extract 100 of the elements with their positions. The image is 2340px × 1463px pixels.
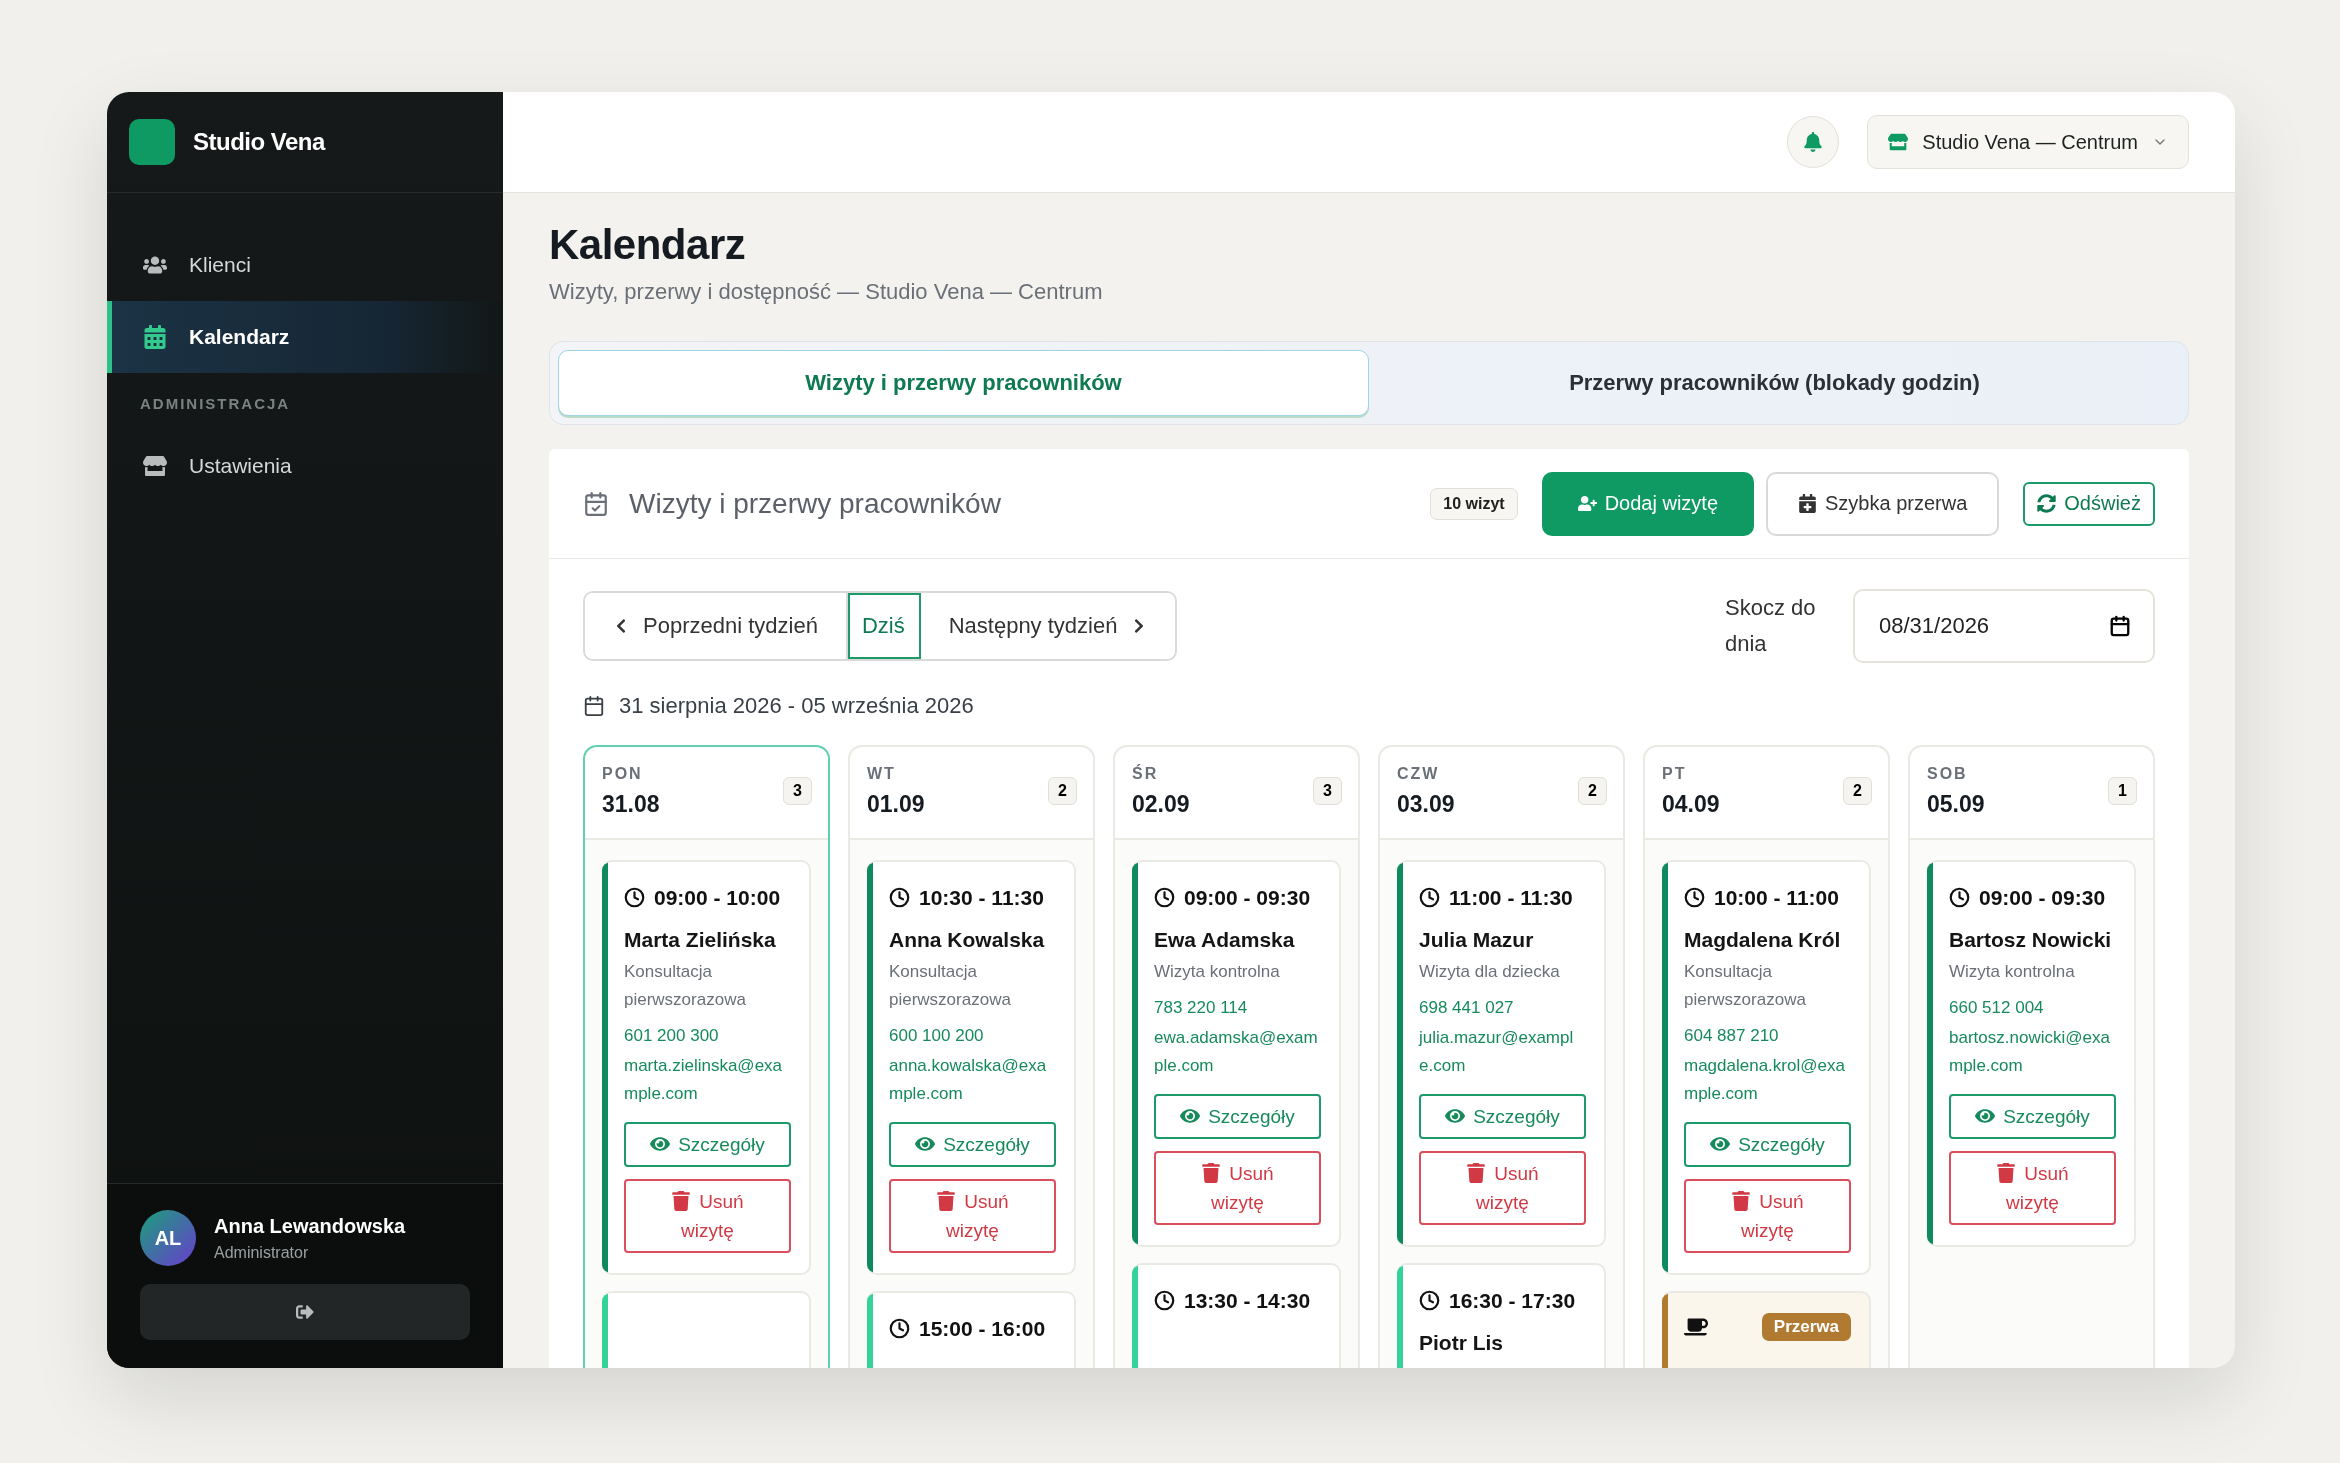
client-phone: 600 100 200 — [889, 1025, 985, 1047]
client-name: Bartosz Nowicki — [1949, 928, 2113, 952]
appointment-time: 15:00 - 16:00 — [889, 1313, 1056, 1345]
delete-button[interactable]: Usuń wizytę — [1684, 1179, 1851, 1253]
eye-icon — [1975, 1106, 1996, 1126]
brand-name: Studio Vena — [193, 128, 325, 156]
day-date: 31.08 — [602, 791, 660, 818]
appointment-time: 09:00 - 10:00 — [624, 882, 791, 914]
day-date: 05.09 — [1927, 791, 1985, 818]
date-range: 31 sierpnia 2026 - 05 września 2026 — [619, 693, 974, 719]
count-badge: 3 — [1313, 777, 1342, 805]
details-button[interactable]: Szczegóły — [1684, 1122, 1851, 1167]
user-plus-icon — [1577, 494, 1597, 513]
trash-icon — [1201, 1163, 1222, 1183]
store-icon — [143, 454, 167, 478]
sidebar-item[interactable]: Klienci — [107, 229, 503, 301]
page-subtitle: Wizyty, przerwy i dostępność — Studio Vena — Centrum — [549, 279, 1104, 305]
count-badge: 3 — [783, 777, 812, 805]
details-button[interactable]: Szczegóły — [1949, 1094, 2116, 1139]
store-icon — [1888, 132, 1909, 152]
calendar-plus-icon — [1798, 494, 1817, 513]
page-title: Kalendarz — [549, 221, 747, 269]
tab[interactable]: Wizyty i przerwy pracowników — [558, 350, 1369, 416]
action-button[interactable]: Odśwież — [2023, 481, 2155, 526]
client-phone: 601 200 300 — [624, 1025, 720, 1047]
day-date: 01.09 — [867, 791, 925, 818]
appointment-time: 09:00 - 09:30 — [1949, 882, 2116, 914]
break-badge: Przerwa — [1761, 1313, 1851, 1341]
week-nav-button[interactable]: Poprzedni tydzień — [585, 593, 848, 659]
clock-icon — [1419, 1290, 1440, 1311]
clock-icon — [1949, 887, 1970, 908]
client-name: Julia Mazur — [1419, 928, 1535, 952]
weekday: PON — [602, 765, 644, 783]
user-role: Administrator — [214, 1243, 310, 1262]
client-phone: 604 887 210 — [1684, 1025, 1780, 1047]
user-name: Anna Lewandowska — [214, 1214, 406, 1238]
client-email: marta.zielinska@example.com — [624, 1055, 784, 1105]
action-button[interactable]: Dodaj wizytę — [1541, 471, 1754, 536]
eye-icon — [650, 1134, 671, 1154]
location-select[interactable]: Studio Vena — Centrum — [1867, 115, 2189, 169]
panel-title: Wizyty i przerwy pracowników — [629, 487, 1001, 520]
jump-label: Skocz do dnia — [1725, 594, 1817, 658]
client-name: Magdalena Król — [1684, 928, 1842, 952]
trash-icon — [1466, 1163, 1487, 1183]
client-name: Anna Kowalska — [889, 928, 1046, 952]
client-phone: 660 512 004 — [1949, 997, 2045, 1019]
count-badge: 10 wizyt — [1430, 487, 1518, 520]
calendar-icon — [583, 695, 605, 717]
client-name: Ewa Adamska — [1154, 928, 1296, 952]
clock-icon — [1154, 887, 1175, 908]
day-date: 04.09 — [1662, 791, 1720, 818]
service-name: Konsultacja pierwszorazowa — [1684, 961, 1807, 1011]
eye-icon — [1710, 1134, 1731, 1154]
client-email: julia.mazur@example.com — [1419, 1027, 1575, 1077]
day-date: 02.09 — [1132, 791, 1190, 818]
details-button[interactable]: Szczegóły — [624, 1122, 791, 1167]
delete-button[interactable]: Usuń wizytę — [1154, 1151, 1321, 1225]
appointment-time: 09:00 - 09:30 — [1154, 882, 1321, 914]
eye-icon — [1445, 1106, 1466, 1126]
service-name: Wizyta kontrolna — [1154, 961, 1281, 983]
count-badge: 2 — [1048, 777, 1077, 805]
clock-icon — [1154, 1290, 1175, 1311]
client-phone: 783 220 114 — [1154, 997, 1249, 1019]
action-button[interactable]: Szybka przerwa — [1766, 471, 2000, 536]
sidebar-item[interactable]: Ustawienia — [107, 430, 503, 502]
day-date: 03.09 — [1397, 791, 1455, 818]
client-email: magdalena.krol@example.com — [1684, 1055, 1846, 1105]
date-field[interactable]: 08/31/2026 — [1853, 589, 2155, 663]
weekday: SOB — [1927, 765, 1969, 783]
clock-icon — [1684, 887, 1705, 908]
appointment-time: 10:00 - 11:00 — [1684, 882, 1851, 914]
tab[interactable]: Przerwy pracowników (blokady godzin) — [1369, 350, 2180, 416]
weekday: CZW — [1397, 765, 1441, 783]
weekday: ŚR — [1132, 765, 1160, 783]
clock-icon — [889, 887, 910, 908]
delete-button[interactable]: Usuń wizytę — [1949, 1151, 2116, 1225]
delete-button[interactable]: Usuń wizytę — [624, 1179, 791, 1253]
details-button[interactable]: Szczegóły — [889, 1122, 1056, 1167]
client-name: Piotr Lis — [1419, 1331, 1504, 1355]
calendar-icon[interactable] — [2109, 615, 2131, 637]
week-nav-button[interactable]: Dziś — [847, 593, 921, 659]
client-phone: 698 441 027 — [1419, 997, 1515, 1019]
count-badge: 2 — [1843, 777, 1872, 805]
calendar-icon — [143, 325, 167, 349]
appointment-time: 16:30 - 17:30 — [1419, 1285, 1586, 1317]
appointment-time: 13:30 - 14:30 — [1154, 1285, 1321, 1317]
service-name: Wizyta kontrolna — [1949, 961, 2076, 983]
refresh-icon — [2037, 494, 2057, 513]
details-button[interactable]: Szczegóły — [1419, 1094, 1586, 1139]
delete-button[interactable]: Usuń wizytę — [889, 1179, 1056, 1253]
trash-icon — [671, 1191, 692, 1211]
appointment-time: 10:30 - 11:30 — [889, 882, 1056, 914]
service-name: Konsultacja pierwszorazowa — [624, 961, 747, 1011]
section-label: ADMINISTRACJA — [139, 394, 292, 414]
trash-icon — [1996, 1163, 2017, 1183]
delete-button[interactable]: Usuń wizytę — [1419, 1151, 1586, 1225]
weekday: WT — [867, 765, 897, 783]
service-name: Wizyta dla dziecka — [1419, 961, 1561, 983]
weekday: PT — [1662, 765, 1688, 783]
details-button[interactable]: Szczegóły — [1154, 1094, 1321, 1139]
